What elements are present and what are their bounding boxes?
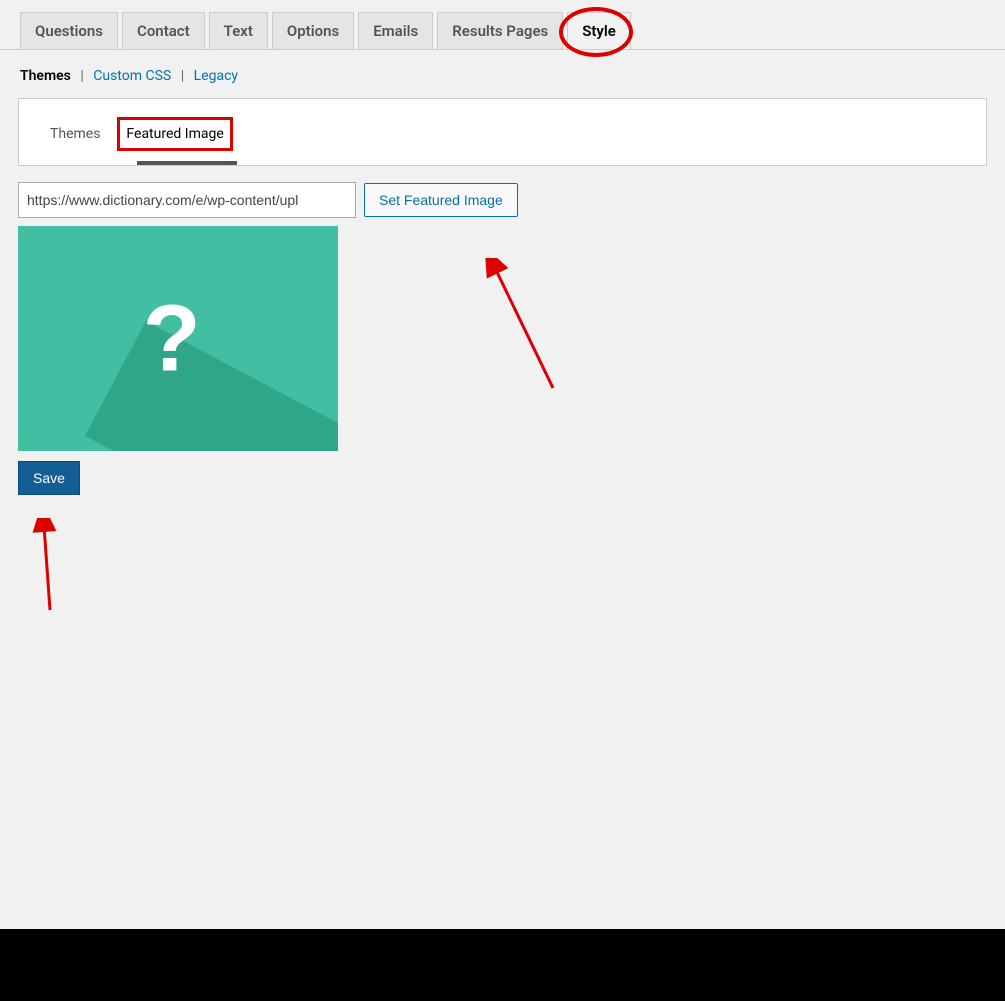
tab-style[interactable]: Style: [567, 12, 631, 49]
featured-image-controls: Set Featured Image: [0, 166, 1005, 218]
tab-text[interactable]: Text: [209, 12, 268, 49]
footer: [0, 929, 1005, 1001]
preview-shadow: [85, 321, 338, 452]
subnav-legacy[interactable]: Legacy: [194, 68, 238, 84]
tab-questions[interactable]: Questions: [20, 12, 118, 49]
style-panel: Themes Featured Image: [18, 98, 987, 166]
panel-tabs: Themes Featured Image: [19, 99, 986, 161]
featured-image-preview: ?: [18, 226, 338, 451]
tab-results-pages[interactable]: Results Pages: [437, 12, 563, 49]
save-button[interactable]: Save: [18, 461, 80, 495]
set-featured-image-button[interactable]: Set Featured Image: [364, 183, 518, 217]
separator: |: [181, 68, 184, 84]
top-tabs: Questions Contact Text Options Emails Re…: [0, 0, 1005, 50]
panel-tab-featured-image[interactable]: Featured Image: [117, 117, 232, 151]
question-mark-icon: ?: [143, 284, 201, 393]
active-tab-underline: [137, 161, 237, 165]
separator: |: [80, 68, 83, 84]
featured-image-url-input[interactable]: [18, 182, 356, 218]
panel-tab-themes[interactable]: Themes: [41, 117, 109, 151]
tab-contact[interactable]: Contact: [122, 12, 205, 49]
tab-options[interactable]: Options: [272, 12, 354, 49]
subnav: Themes | Custom CSS | Legacy: [0, 50, 1005, 98]
annotation-arrow-2: [32, 518, 72, 618]
subnav-custom-css[interactable]: Custom CSS: [93, 68, 171, 84]
subnav-themes[interactable]: Themes: [20, 68, 71, 84]
tab-emails[interactable]: Emails: [358, 12, 433, 49]
annotation-arrow-1: [485, 258, 565, 398]
